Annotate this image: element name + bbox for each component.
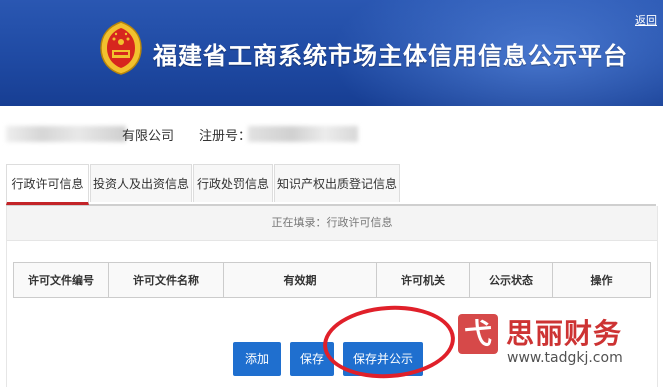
tab-ip-pledge[interactable]: 知识产权出质登记信息	[274, 164, 400, 202]
national-emblem-icon	[100, 21, 142, 75]
header-banner: 福建省工商系统市场主体信用信息公示平台 返回	[0, 0, 663, 106]
company-name-suffix: 有限公司	[122, 129, 175, 144]
redacted-registration-number	[248, 126, 358, 142]
watermark-name: 思丽财务	[506, 317, 623, 350]
back-link[interactable]: 返回	[635, 12, 657, 28]
company-info: 有限公司 注册号：	[0, 124, 663, 144]
watermark-logo-icon: 弋	[458, 314, 498, 354]
column-header: 许可机关	[376, 262, 470, 298]
column-header: 公示状态	[469, 262, 553, 298]
registration-number-label: 注册号：	[199, 129, 252, 144]
save-button[interactable]: 保存	[290, 342, 334, 376]
save-and-publish-button[interactable]: 保存并公示	[343, 342, 423, 376]
table-header-row: 许可文件编号 许可文件名称 有效期 许可机关 公示状态 操作	[13, 262, 651, 298]
tab-administrative-penalty[interactable]: 行政处罚信息	[193, 164, 273, 202]
watermark-url: www.tadgkj.com	[507, 350, 623, 366]
column-header: 操作	[552, 262, 651, 298]
tab-investor-info[interactable]: 投资人及出资信息	[90, 164, 192, 202]
status-text: 正在填录：行政许可信息	[7, 206, 657, 241]
column-header: 有效期	[223, 262, 377, 298]
watermark-logo-char: 弋	[463, 317, 492, 350]
tab-bar: 行政许可信息 投资人及出资信息 行政处罚信息 知识产权出质登记信息	[6, 164, 656, 206]
column-header: 许可文件编号	[13, 262, 109, 298]
page-title: 福建省工商系统市场主体信用信息公示平台	[153, 42, 628, 70]
tab-administrative-license[interactable]: 行政许可信息	[6, 164, 89, 205]
add-button[interactable]: 添加	[233, 342, 281, 376]
license-table: 许可文件编号 许可文件名称 有效期 许可机关 公示状态 操作	[13, 262, 651, 298]
column-header: 许可文件名称	[108, 262, 224, 298]
redacted-company-name	[6, 126, 126, 142]
